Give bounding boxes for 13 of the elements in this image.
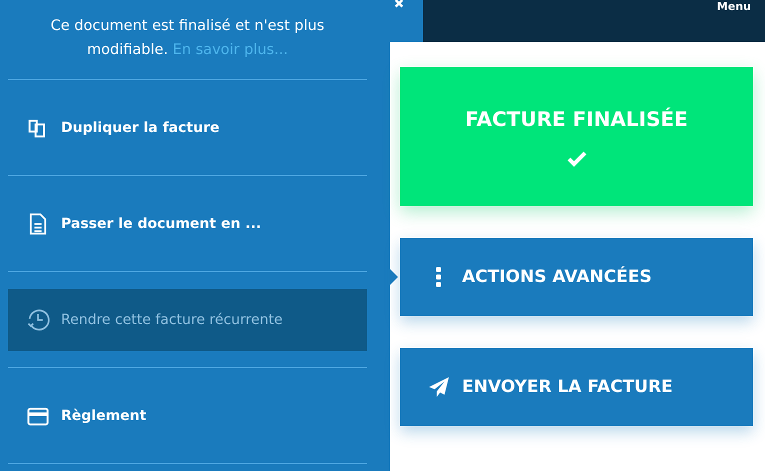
action-button[interactable]: ACTIONS AVANCÉES	[400, 238, 753, 316]
check-icon	[566, 150, 586, 166]
menu-item[interactable]: Règlement	[8, 384, 367, 446]
more-icon	[436, 267, 441, 287]
status-title: FACTURE FINALISÉE	[465, 106, 688, 130]
menu-label[interactable]: Menu	[716, 0, 751, 13]
menu-item[interactable]: Dupliquer la facture	[8, 96, 367, 158]
menu-item[interactable]: Passer le document en ...	[8, 192, 367, 254]
clock-icon	[26, 308, 50, 332]
paper-plane-icon	[428, 376, 450, 398]
close-icon[interactable]	[392, 0, 406, 10]
action-button[interactable]: ENVOYER LA FACTURE	[400, 348, 753, 426]
notice-text: Ce document est finalisé et n'est plus modifiable. En savoir plus...	[8, 0, 367, 80]
